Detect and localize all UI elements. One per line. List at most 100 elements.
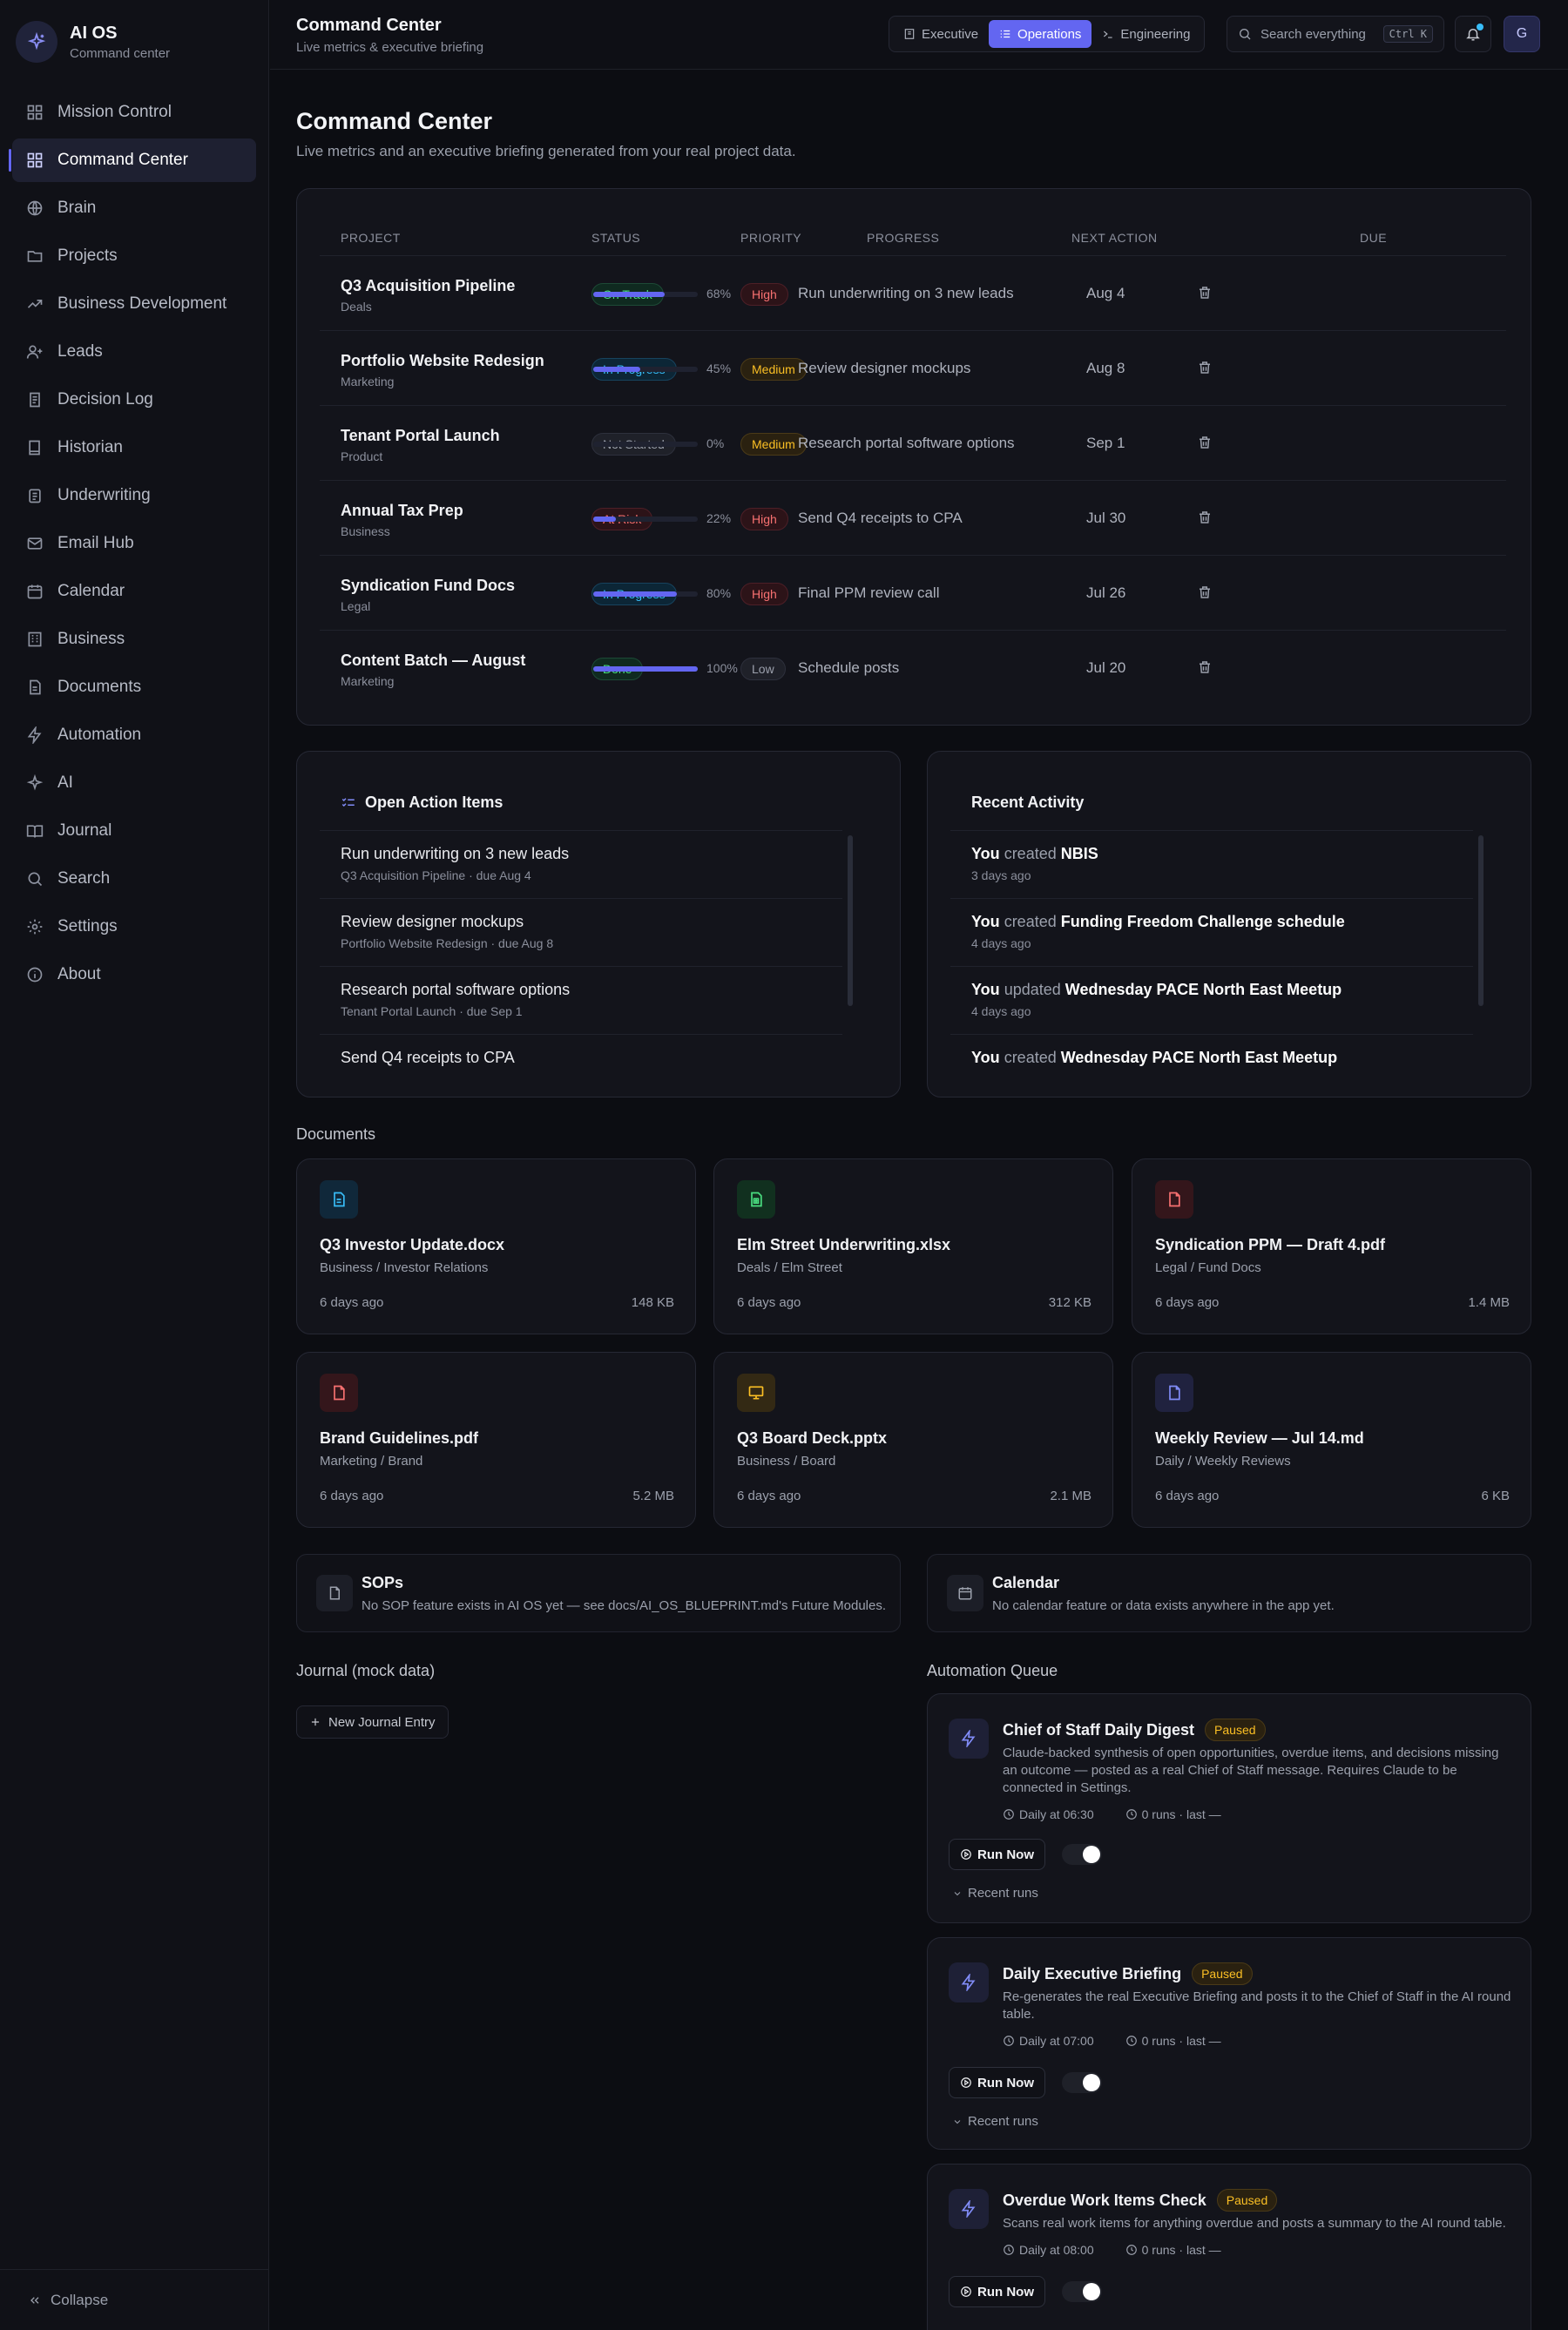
scrollbar[interactable] [1478, 835, 1484, 1006]
enable-toggle[interactable] [1062, 2072, 1102, 2093]
table-row[interactable]: Annual Tax Prep Business At Risk High 22… [320, 480, 1506, 555]
automation-card: Daily Executive Briefing Paused Re-gener… [927, 1937, 1531, 2150]
sidebar-item-label: Leads [57, 342, 103, 361]
new-journal-entry-label: New Journal Entry [328, 1714, 436, 1730]
table-row[interactable]: Q3 Acquisition Pipeline Deals On Track H… [320, 255, 1506, 330]
play-icon [961, 1849, 971, 1860]
sidebar-item-calendar[interactable]: Calendar [12, 570, 256, 613]
sidebar-item-leads[interactable]: Leads [12, 330, 256, 374]
activity-verb: created [1004, 845, 1057, 862]
sparkles-icon [16, 21, 57, 63]
trash-icon[interactable] [1197, 285, 1213, 301]
project-category: Business [341, 524, 390, 538]
sidebar-item-ai[interactable]: AI [12, 761, 256, 805]
search-input[interactable]: Search everything Ctrl K [1227, 16, 1444, 52]
list-item[interactable]: Research portal software options Tenant … [320, 966, 842, 1034]
notification-dot [1477, 24, 1484, 30]
document-card[interactable]: Weekly Review — Jul 14.md Daily / Weekly… [1132, 1352, 1531, 1528]
recent-runs-toggle[interactable]: Recent runs [952, 1886, 1038, 1901]
sidebar-item-search[interactable]: Search [12, 857, 256, 901]
automation-meta: Daily at 07:00 0 runs · last — [1003, 2034, 1253, 2048]
view-engineering-button[interactable]: Engineering [1092, 20, 1200, 48]
clock-icon [1004, 2036, 1014, 2046]
sidebar-item-projects[interactable]: Projects [12, 234, 256, 278]
trash-icon[interactable] [1197, 360, 1213, 375]
sidebar-item-command-center[interactable]: Command Center [9, 138, 256, 182]
list-item[interactable]: You updated Wednesday PACE North East Me… [950, 966, 1473, 1034]
sidebar-item-automation[interactable]: Automation [12, 713, 256, 757]
sidebar-item-label: About [57, 965, 101, 983]
column-header-priority: PRIORITY [740, 231, 802, 245]
document-card[interactable]: Q3 Board Deck.pptx Business / Board 6 da… [713, 1352, 1113, 1528]
calendar-card: Calendar No calendar feature or data exi… [927, 1554, 1531, 1632]
list-item[interactable]: You created Funding Freedom Challenge sc… [950, 898, 1473, 966]
activity-text: You created Wednesday PACE North East Me… [971, 1049, 1452, 1067]
document-path: Legal / Fund Docs [1155, 1260, 1261, 1275]
collapse-button[interactable]: Collapse [0, 2269, 269, 2330]
enable-toggle[interactable] [1062, 2281, 1102, 2302]
automation-card: Chief of Staff Daily Digest Paused Claud… [927, 1693, 1531, 1923]
avatar[interactable]: G [1504, 16, 1540, 52]
scrollbar[interactable] [848, 835, 853, 1006]
table-row[interactable]: Tenant Portal Launch Product Not Started… [320, 405, 1506, 480]
status-badge: Paused [1205, 1719, 1266, 1741]
document-card[interactable]: Syndication PPM — Draft 4.pdf Legal / Fu… [1132, 1158, 1531, 1334]
view-operations-button[interactable]: Operations [989, 20, 1092, 48]
list-item[interactable]: Run underwriting on 3 new leads Q3 Acqui… [320, 830, 842, 898]
action-item-title: Research portal software options [341, 981, 571, 998]
trash-icon[interactable] [1197, 659, 1213, 675]
project-name: Tenant Portal Launch [341, 427, 500, 444]
sidebar-item-decision-log[interactable]: Decision Log [12, 378, 256, 422]
sidebar: AI OS Command center Mission Control Com… [0, 0, 269, 2330]
project-name: Annual Tax Prep [341, 502, 463, 519]
run-now-button[interactable]: Run Now [949, 2067, 1045, 2098]
sidebar-item-email-hub[interactable]: Email Hub [12, 522, 256, 565]
run-now-button[interactable]: Run Now [949, 2276, 1045, 2307]
document-card[interactable]: Brand Guidelines.pdf Marketing / Brand 6… [296, 1352, 696, 1528]
trash-icon[interactable] [1197, 435, 1213, 450]
sidebar-item-business[interactable]: Business [12, 618, 256, 661]
sidebar-item-brain[interactable]: Brain [12, 186, 256, 230]
new-journal-entry-button[interactable]: New Journal Entry [296, 1705, 449, 1739]
page-title: Command Center [296, 108, 493, 134]
recent-runs-toggle[interactable]: Recent runs [952, 2114, 1038, 2129]
column-header-status: STATUS [591, 231, 641, 245]
run-now-button[interactable]: Run Now [949, 1839, 1045, 1870]
sidebar-item-settings[interactable]: Settings [12, 905, 256, 949]
sidebar-item-underwriting[interactable]: Underwriting [12, 474, 256, 517]
book-icon [24, 437, 45, 458]
list-item[interactable]: Send Q4 receipts to CPA [320, 1034, 842, 1081]
search-icon [1238, 27, 1252, 41]
brand[interactable]: AI OS Command center [16, 21, 170, 63]
trash-icon[interactable] [1197, 584, 1213, 600]
table-row[interactable]: Syndication Fund Docs Legal In Progress … [320, 555, 1506, 630]
table-row[interactable]: Portfolio Website Redesign Marketing In … [320, 330, 1506, 405]
progress-label: 68% [706, 287, 732, 301]
recent-activity-list: You created NBIS 3 days ago You created … [950, 830, 1473, 1081]
sidebar-item-label: Business [57, 630, 125, 648]
document-card[interactable]: Elm Street Underwriting.xlsx Deals / Elm… [713, 1158, 1113, 1334]
list-item[interactable]: You created Wednesday PACE North East Me… [950, 1034, 1473, 1081]
sidebar-item-label: Calendar [57, 582, 125, 600]
grid-icon [24, 102, 45, 123]
enable-toggle[interactable] [1062, 1844, 1102, 1865]
sidebar-item-about[interactable]: About [12, 953, 256, 996]
zap-icon [949, 1719, 989, 1759]
sidebar-item-documents[interactable]: Documents [12, 665, 256, 709]
trash-icon[interactable] [1197, 510, 1213, 525]
automation-name: Daily Executive Briefing [1003, 1964, 1182, 1982]
notifications-button[interactable] [1455, 16, 1491, 52]
list-item[interactable]: You created NBIS 3 days ago [950, 830, 1473, 898]
sops-title: SOPs [362, 1574, 404, 1591]
topbar: Command Center Live metrics & executive … [270, 0, 1568, 70]
sidebar-item-business-development[interactable]: Business Development [12, 282, 256, 326]
sidebar-item-journal[interactable]: Journal [12, 809, 256, 853]
sidebar-item-historian[interactable]: Historian [12, 426, 256, 469]
toggle-knob [1083, 1846, 1100, 1863]
sidebar-item-mission-control[interactable]: Mission Control [12, 91, 256, 134]
list-item[interactable]: Review designer mockups Portfolio Websit… [320, 898, 842, 966]
view-executive-button[interactable]: Executive [893, 20, 989, 48]
table-row[interactable]: Content Batch — August Marketing Done Lo… [320, 630, 1506, 705]
action-item-sub: Tenant Portal Launch · due Sep 1 [341, 1004, 523, 1018]
document-card[interactable]: Q3 Investor Update.docx Business / Inves… [296, 1158, 696, 1334]
